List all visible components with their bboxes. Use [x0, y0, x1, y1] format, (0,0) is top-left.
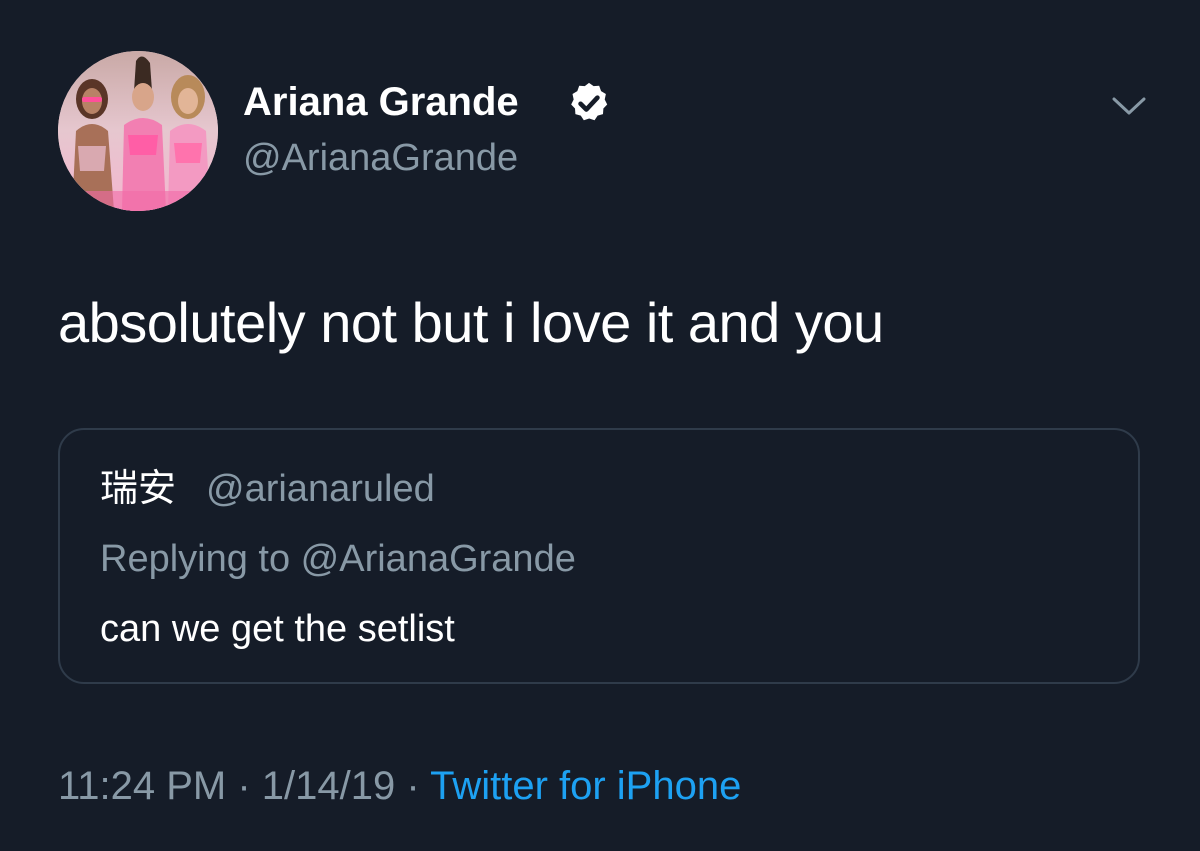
tweet-source-link[interactable]: Twitter for iPhone	[430, 764, 741, 808]
quoted-tweet-text: can we get the setlist	[100, 608, 455, 650]
quoted-author-name[interactable]: 瑞安	[100, 466, 176, 512]
verified-badge-icon	[571, 82, 608, 121]
author-handle[interactable]: @ArianaGrande	[243, 135, 518, 181]
tweet-time: 11:24 PM	[58, 764, 227, 808]
meta-separator: ·	[395, 764, 431, 808]
tweet-text: absolutely not but i love it and you	[58, 291, 884, 354]
quoted-author-handle[interactable]: @arianaruled	[206, 466, 435, 512]
tweet-date: 1/14/19	[261, 764, 396, 808]
chevron-down-icon[interactable]	[1110, 92, 1148, 120]
author-name[interactable]: Ariana Grande	[243, 78, 519, 126]
replying-to-label: Replying to @ArianaGrande	[100, 538, 576, 580]
tweet-card: Ariana Grande @ArianaGrande absolutely n…	[0, 0, 1200, 851]
avatar-image	[58, 51, 218, 211]
meta-separator: ·	[226, 764, 262, 808]
quoted-tweet[interactable]: 瑞安 @arianaruled Replying to @ArianaGrand…	[58, 428, 1140, 684]
avatar[interactable]	[58, 51, 218, 211]
tweet-meta: 11:24 PM · 1/14/19 · Twitter for iPhone	[58, 762, 741, 810]
